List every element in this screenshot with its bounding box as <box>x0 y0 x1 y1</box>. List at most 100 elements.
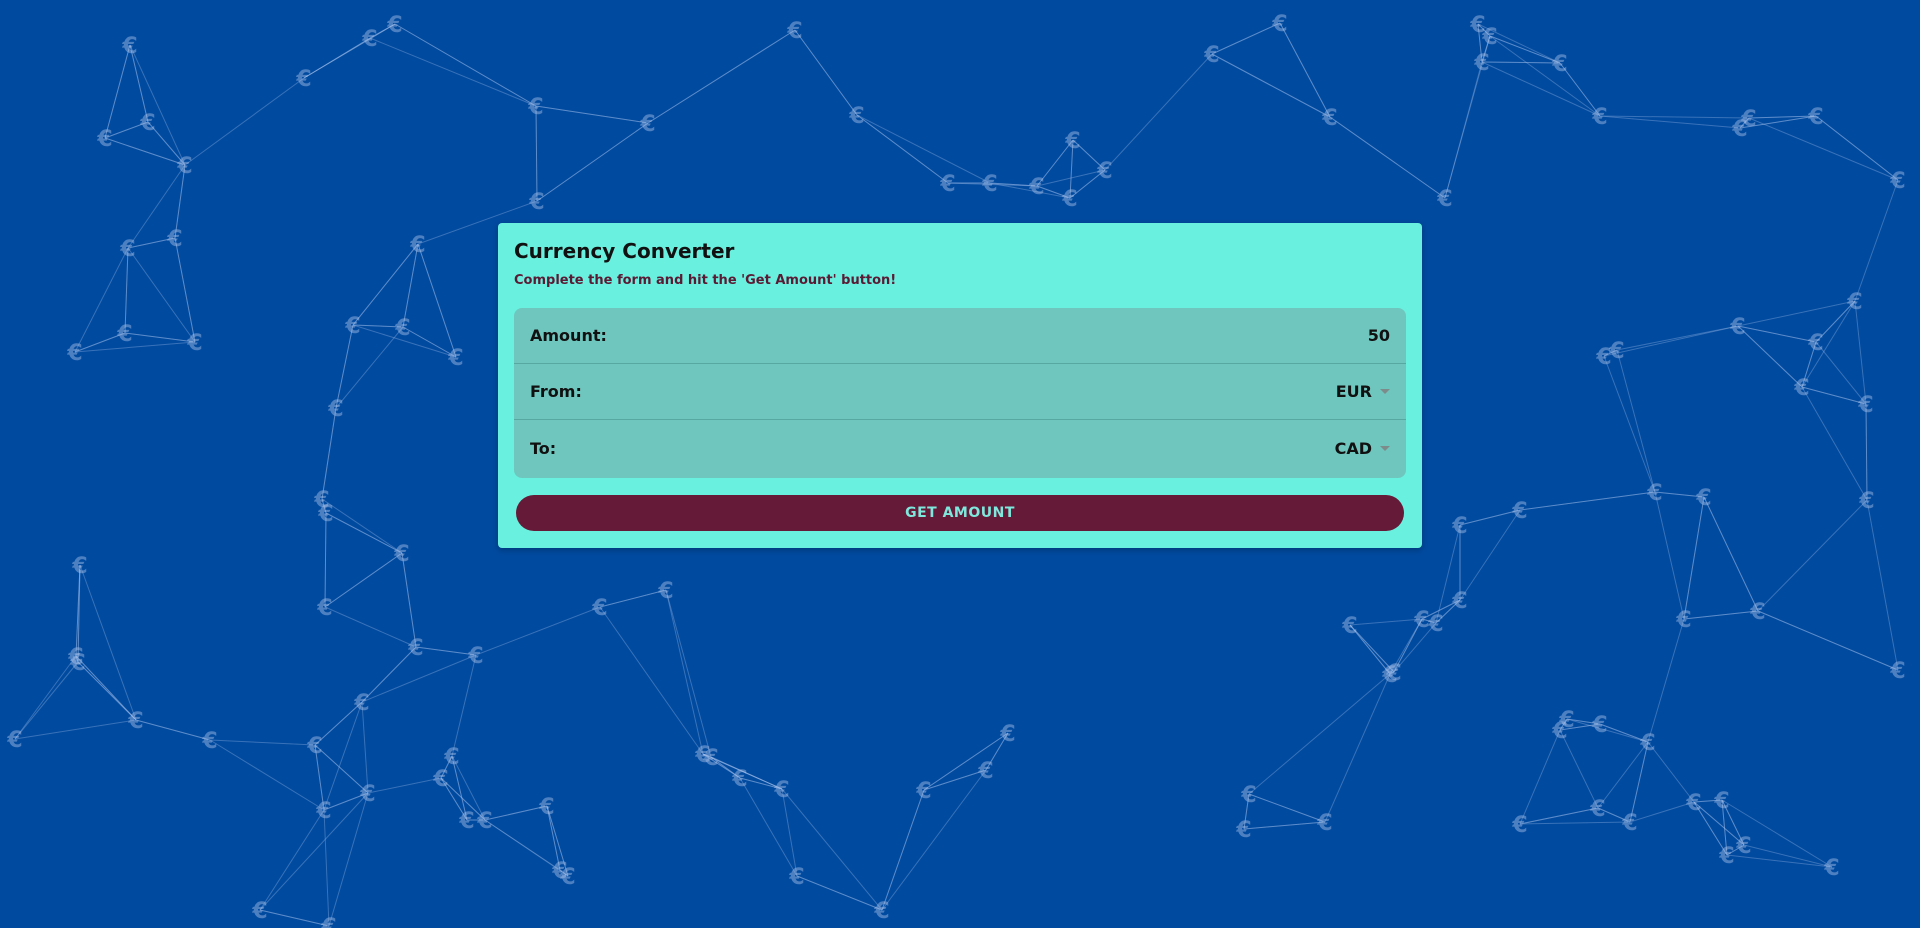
network-edge <box>1329 116 1446 199</box>
euro-icon: € <box>551 859 567 884</box>
euro-icon: € <box>977 759 993 784</box>
network-edge <box>1489 35 1561 64</box>
euro-icon: € <box>1061 187 1077 212</box>
from-currency-value: EUR <box>1335 382 1372 401</box>
network-edge <box>324 552 403 608</box>
euro-icon: € <box>915 779 931 804</box>
network-edge <box>923 732 1009 791</box>
to-row[interactable]: To: CAD <box>514 420 1406 477</box>
euro-icon: € <box>657 579 673 604</box>
euro-icon: € <box>1729 315 1745 340</box>
get-amount-button[interactable]: GET AMOUNT <box>516 495 1404 531</box>
network-edge <box>484 805 548 821</box>
network-edge <box>124 332 196 343</box>
network-edge <box>415 646 477 656</box>
euro-icon: € <box>306 734 322 759</box>
euro-icon: € <box>1857 393 1873 418</box>
euro-icon: € <box>1889 169 1905 194</box>
converter-form: Amount: 50 From: EUR To: CAD <box>514 308 1406 478</box>
network-edge <box>599 606 704 755</box>
euro-icon: € <box>1823 856 1839 881</box>
network-edge <box>599 589 667 608</box>
network-edge <box>1104 53 1213 171</box>
network-edge <box>325 512 403 554</box>
euro-icon: € <box>1511 499 1527 524</box>
network-edge <box>321 498 403 554</box>
network-edge <box>1211 22 1281 55</box>
network-edge <box>881 789 925 911</box>
network-edge <box>1481 61 1601 117</box>
amount-input[interactable]: 50 <box>1368 326 1390 345</box>
euro-icon: € <box>999 722 1015 747</box>
euro-icon: € <box>731 767 747 792</box>
network-edge <box>1248 793 1326 823</box>
amount-label: Amount: <box>530 326 607 345</box>
amount-row[interactable]: Amount: 50 <box>514 308 1406 364</box>
euro-icon: € <box>407 636 423 661</box>
network-edge <box>475 606 601 656</box>
network-edge <box>665 589 704 755</box>
network-edge <box>394 23 537 107</box>
euro-icon: € <box>1608 339 1624 364</box>
euro-icon: € <box>1551 52 1567 77</box>
network-edge <box>1737 325 1817 343</box>
euro-icon: € <box>1591 105 1607 130</box>
network-edge <box>1519 491 1656 511</box>
network-edge <box>1324 673 1391 823</box>
euro-icon: € <box>67 645 83 670</box>
network-edge <box>1459 509 1521 601</box>
network-edge <box>14 719 137 740</box>
network-edge <box>451 654 477 757</box>
network-edge <box>535 105 649 124</box>
network-edge <box>1616 325 1739 351</box>
euro-icon: € <box>1793 376 1809 401</box>
network-edge <box>367 777 442 794</box>
network-edge <box>79 564 137 721</box>
chevron-down-icon <box>1380 389 1390 394</box>
network-edge <box>127 247 196 343</box>
euro-icon: € <box>139 111 155 136</box>
network-edge <box>1519 807 1599 825</box>
network-edge <box>536 122 649 202</box>
amount-value: 50 <box>1367 326 1390 345</box>
network-edge <box>328 792 369 927</box>
network-edge <box>14 661 79 740</box>
network-edge <box>361 654 477 703</box>
euro-icon: € <box>121 34 137 59</box>
euro-icon: € <box>1621 811 1637 836</box>
euro-icon: € <box>538 795 554 820</box>
network-edge <box>1757 610 1899 671</box>
euro-icon: € <box>201 729 217 754</box>
network-edge <box>535 105 538 202</box>
euro-icon: € <box>1695 486 1711 511</box>
euro-icon: € <box>1646 481 1662 506</box>
network-edge <box>1243 821 1326 830</box>
euro-icon: € <box>394 316 410 341</box>
from-currency-select[interactable]: EUR <box>1336 382 1390 401</box>
euro-icon: € <box>939 172 955 197</box>
network-edge <box>1489 35 1601 117</box>
network-edge <box>323 701 363 811</box>
from-row[interactable]: From: EUR <box>514 364 1406 420</box>
euro-icon: € <box>1589 797 1605 822</box>
euro-icon: € <box>1413 608 1429 633</box>
network-edge <box>1703 496 1759 612</box>
network-edge <box>1866 499 1899 671</box>
network-edge <box>259 792 369 911</box>
network-edge <box>856 114 991 184</box>
to-currency-select[interactable]: CAD <box>1335 439 1390 458</box>
network-edge <box>1654 491 1685 620</box>
euro-icon: € <box>316 596 332 621</box>
euro-icon: € <box>981 172 997 197</box>
network-edge <box>1603 355 1656 493</box>
network-edge <box>1683 610 1759 620</box>
euro-icon: € <box>773 778 789 803</box>
network-edge <box>335 326 404 409</box>
network-edge <box>1248 673 1391 795</box>
euro-icon: € <box>1807 105 1823 130</box>
euro-icon: € <box>1427 612 1443 637</box>
euro-icon: € <box>1713 789 1729 814</box>
euro-icon: € <box>1271 12 1287 37</box>
page-title: Currency Converter <box>514 239 735 263</box>
euro-icon: € <box>295 67 311 92</box>
